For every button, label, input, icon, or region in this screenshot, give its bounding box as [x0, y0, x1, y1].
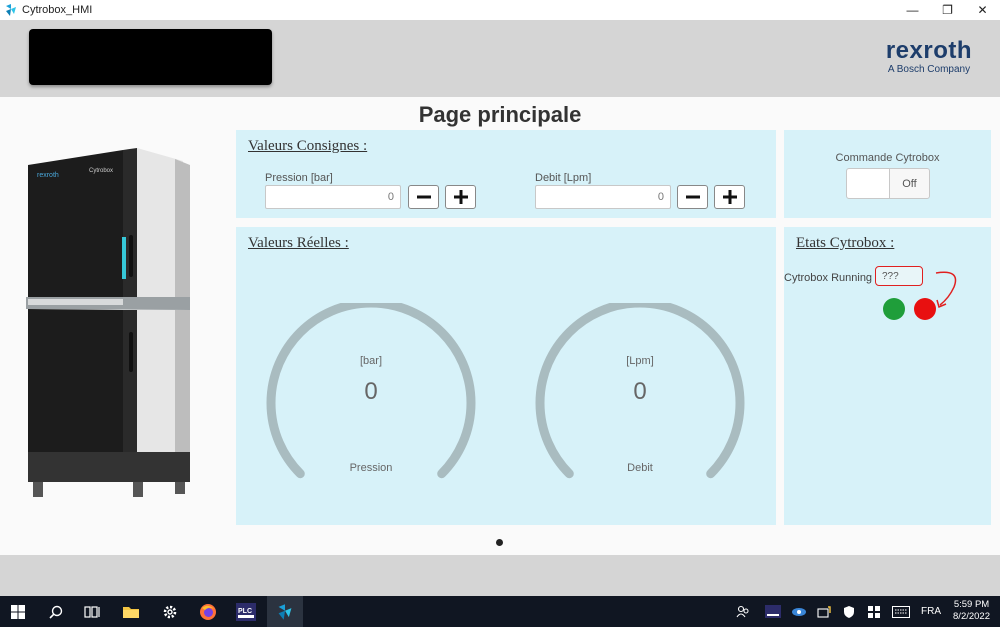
restore-button[interactable]: ❐	[930, 0, 965, 20]
debit-gauge-unit: [Lpm]	[626, 355, 654, 367]
debit-increment-button[interactable]	[714, 185, 745, 209]
debit-gauge-value: 0	[633, 378, 647, 405]
plc-tray-icon[interactable]	[763, 596, 783, 627]
plc-app-icon[interactable]: PLC	[228, 596, 264, 627]
pression-gauge-unit: [bar]	[359, 355, 382, 367]
footer-bar	[0, 555, 1000, 596]
clock-time: 5:59 PM	[953, 599, 990, 610]
etats-title: Etats Cytrobox :	[796, 235, 895, 251]
file-explorer-icon[interactable]	[113, 596, 149, 627]
debit-setpoint-label: Debit [Lpm]	[535, 172, 592, 184]
brand-name: rexroth	[885, 37, 972, 64]
debit-gauge: [Lpm] 0 Debit	[535, 298, 745, 483]
plus-icon	[722, 190, 737, 204]
reelles-panel: Valeurs Réelles : [bar] 0 Pression [Lpm]…	[236, 227, 776, 525]
pression-decrement-button[interactable]	[408, 185, 439, 209]
shield-icon[interactable]	[839, 596, 859, 627]
power-icon[interactable]	[815, 596, 835, 627]
close-button[interactable]: ✕	[965, 0, 1000, 20]
led-red-indicator	[914, 298, 936, 320]
reelles-title: Valeurs Réelles :	[248, 235, 349, 251]
toggle-knob	[847, 169, 890, 198]
clock-date: 8/2/2022	[953, 611, 990, 622]
language-indicator[interactable]: FRA	[918, 596, 944, 627]
etats-panel: Etats Cytrobox : Cytrobox Running : ???	[784, 227, 991, 525]
debit-setpoint-input[interactable]: 0	[535, 185, 671, 209]
window-title: Cytrobox_HMI	[22, 4, 93, 16]
debit-gauge-label: Debit	[627, 462, 653, 474]
pression-gauge-label: Pression	[349, 462, 393, 474]
window-titlebar: Cytrobox_HMI — ❐ ✕	[0, 0, 1000, 20]
minus-icon	[416, 195, 431, 199]
system-clock[interactable]: 5:59 PM 8/2/2022	[953, 599, 990, 623]
cytrobox-machine-image: rexroth Cytrobox	[26, 148, 190, 497]
cytrobox-app-icon[interactable]	[267, 596, 303, 627]
pression-gauge-value: 0	[364, 378, 378, 405]
rexroth-logo: rexroth A Bosch Company	[886, 38, 972, 76]
svg-text:rexroth: rexroth	[37, 172, 59, 179]
commande-title: Commande Cytrobox	[835, 152, 940, 164]
minimize-button[interactable]: —	[895, 0, 930, 20]
svg-text:PLC: PLC	[238, 608, 252, 615]
pression-gauge: [bar] 0 Pression	[266, 298, 476, 483]
plus-icon	[453, 190, 468, 204]
windows-taskbar: PLC FRA 5:59 PM 8/2/2022	[0, 596, 1000, 627]
people-icon[interactable]	[733, 596, 753, 627]
svg-text:Cytrobox: Cytrobox	[89, 168, 113, 174]
pression-increment-button[interactable]	[445, 185, 476, 209]
debit-decrement-button[interactable]	[677, 185, 708, 209]
page-indicator-dot[interactable]	[496, 539, 503, 546]
brand-subtitle: A Bosch Company	[887, 64, 971, 75]
task-view-icon[interactable]	[74, 596, 110, 627]
consignes-panel: Valeurs Consignes : Pression [bar] 0 Deb…	[236, 130, 776, 218]
page-title: Page principale	[418, 102, 582, 127]
redacted-logo	[29, 29, 272, 85]
cytrobox-toggle[interactable]: Off	[846, 168, 930, 199]
network-app-icon[interactable]	[789, 596, 809, 627]
settings-icon[interactable]	[152, 596, 188, 627]
led-green-indicator	[883, 298, 905, 320]
app-header: rexroth A Bosch Company	[0, 20, 1000, 97]
keyboard-icon[interactable]	[889, 596, 913, 627]
toggle-state-label: Off	[902, 177, 917, 190]
firefox-icon[interactable]	[190, 596, 226, 627]
minus-icon	[685, 195, 700, 199]
windows-start-icon[interactable]	[0, 596, 36, 627]
main-area: Page principale rexroth Cytrobox Valeurs…	[0, 97, 1000, 555]
windows-tray-icon[interactable]	[864, 596, 884, 627]
pression-setpoint-label: Pression [bar]	[265, 172, 333, 184]
app-icon	[6, 4, 16, 16]
search-icon[interactable]	[38, 596, 74, 627]
pression-setpoint-input[interactable]: 0	[265, 185, 401, 209]
running-label: Cytrobox Running :	[784, 272, 879, 284]
commande-panel: Commande Cytrobox Off	[784, 130, 991, 218]
consignes-title: Valeurs Consignes :	[248, 138, 368, 154]
